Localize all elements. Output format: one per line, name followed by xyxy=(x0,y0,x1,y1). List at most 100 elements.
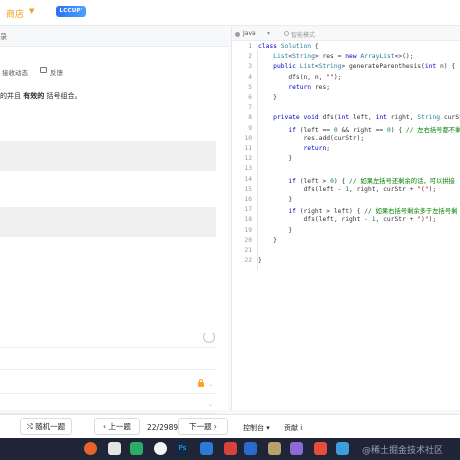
folder-icon[interactable] xyxy=(268,442,281,455)
code-line[interactable]: res.add(curStr); xyxy=(258,135,364,142)
divider xyxy=(0,347,216,348)
console-label: 控制台 xyxy=(243,424,264,432)
language-label: Java xyxy=(243,30,256,37)
firefox-icon[interactable] xyxy=(84,442,97,455)
code-line[interactable]: return res; xyxy=(258,84,330,91)
line-number: 8 xyxy=(248,114,252,122)
chevron-down-icon[interactable]: ⌄ xyxy=(208,381,213,388)
code-line[interactable]: if (right > left) { // 如果右括号剩余多于左括号剩 xyxy=(258,206,457,215)
chevron-down-icon[interactable]: ⌄ xyxy=(208,401,213,408)
chevron-right-icon: › xyxy=(211,422,217,431)
top-bar: 商店 ▼ LCCUP' 23 xyxy=(0,0,460,26)
code-line[interactable]: public List<String> generateParenthesis(… xyxy=(258,63,455,70)
example-block xyxy=(0,207,216,237)
code-line[interactable]: dfs(left, right - 1, curStr + ")"); xyxy=(258,216,436,223)
code-line[interactable]: private void dfs(int left, int right, St… xyxy=(258,114,460,121)
app-icon[interactable] xyxy=(224,442,237,455)
code-line[interactable]: } xyxy=(258,257,262,264)
code-line[interactable]: if (left == 0 && right == 0) { // 左右括号都不… xyxy=(258,125,460,134)
line-number: 5 xyxy=(248,83,252,91)
lccup-badge[interactable]: LCCUP' 23 xyxy=(56,6,86,25)
language-icon xyxy=(235,32,240,37)
loading-icon xyxy=(203,331,215,343)
line-number: 12 xyxy=(244,155,252,163)
problem-description: 的并且 有效的 括号组合。 xyxy=(0,91,81,101)
editor-header: Java ▾ 智能模式 xyxy=(231,27,460,41)
line-number: 2 xyxy=(248,53,252,61)
chevron-down-icon: ▾ xyxy=(267,30,271,37)
code-line[interactable]: dfs(left - 1, right, curStr + "("); xyxy=(258,186,436,193)
console-button[interactable]: 控制台 ▾ xyxy=(243,423,270,433)
line-number: 14 xyxy=(244,175,252,183)
code-line[interactable]: } xyxy=(258,196,292,203)
divider xyxy=(0,393,216,394)
problem-pane: 录 接收动态 反馈 的并且 有效的 括号组合。 ⌄ ⌄ xyxy=(0,27,228,414)
line-number: 18 xyxy=(244,216,252,224)
line-number: 20 xyxy=(244,236,252,244)
line-number: 17 xyxy=(244,206,252,214)
description-text-end: 括号组合。 xyxy=(44,92,82,100)
language-select[interactable]: Java ▾ xyxy=(235,30,277,39)
divider xyxy=(0,369,216,370)
line-number: 15 xyxy=(244,185,252,193)
example-block xyxy=(0,141,216,171)
code-editor[interactable]: Java ▾ 智能模式 1 class Solution { 2 List<Stri… xyxy=(231,27,460,410)
line-number: 6 xyxy=(248,94,252,101)
line-number: 13 xyxy=(244,165,252,173)
watermark: @稀土掘金技术社区 xyxy=(362,446,444,456)
wechat-icon[interactable] xyxy=(130,442,143,455)
description-text: 的并且 xyxy=(0,92,24,100)
random-label: 随机一题 xyxy=(35,422,66,431)
app-icon[interactable] xyxy=(336,442,349,455)
shuffle-icon: ⤭ xyxy=(26,422,36,431)
code-line[interactable]: class Solution { xyxy=(258,43,319,50)
mode-icon xyxy=(284,31,289,36)
file-icon[interactable] xyxy=(108,442,121,455)
app-icon[interactable] xyxy=(244,442,257,455)
code-line[interactable]: List<String> res = new ArrayList<>(); xyxy=(258,53,413,60)
app-icon[interactable] xyxy=(290,442,303,455)
smart-mode-label: 智能模式 xyxy=(291,32,316,39)
feedback-icon xyxy=(40,67,47,73)
random-question-button[interactable]: ⤭ 随机一题 xyxy=(20,418,72,435)
store-link[interactable]: 商店 xyxy=(6,7,24,20)
code-line[interactable]: } xyxy=(258,94,277,101)
code-line[interactable]: if (left > 0) { // 如果左括号还剩余的话，可以拼接 xyxy=(258,176,455,185)
tab-feedback[interactable]: 反馈 xyxy=(50,67,63,77)
chevron-down-icon[interactable]: ▼ xyxy=(29,7,34,15)
problem-header: 录 xyxy=(0,27,228,47)
page-counter: 22/2989 xyxy=(147,423,179,432)
next-label: 下一题 xyxy=(189,422,212,431)
smart-mode-toggle[interactable]: 智能模式 xyxy=(284,30,316,39)
description-emphasis: 有效的 xyxy=(23,92,45,100)
line-number: 10 xyxy=(244,134,252,142)
line-number: 21 xyxy=(244,247,252,254)
tab-dynamics[interactable]: 接收动态 xyxy=(2,67,28,77)
line-number: 22 xyxy=(244,257,252,265)
pane-divider[interactable] xyxy=(231,27,232,410)
contribute-button[interactable]: 贡献 i xyxy=(284,423,302,433)
line-number: 11 xyxy=(244,145,252,152)
bottom-bar: ⤭ 随机一题 ‹ 上一题 22/2989 下一题 › 控制台 ▾ 贡献 i xyxy=(0,414,460,438)
next-question-button[interactable]: 下一题 › xyxy=(178,418,228,435)
vscode-icon[interactable] xyxy=(200,442,213,455)
code-line[interactable]: dfs(n, n, ""); xyxy=(258,74,341,81)
problem-header-text: 录 xyxy=(0,33,7,41)
prev-question-button[interactable]: ‹ 上一题 xyxy=(94,418,140,435)
app-icon[interactable] xyxy=(314,442,327,455)
photoshop-icon[interactable]: Ps xyxy=(176,442,189,455)
code-line[interactable]: return; xyxy=(258,145,331,152)
prev-label: 上一题 xyxy=(108,422,131,431)
line-number: 1 xyxy=(248,43,252,50)
code-line[interactable]: } xyxy=(258,237,277,244)
line-number: 4 xyxy=(248,73,252,81)
code-line[interactable]: } xyxy=(258,227,292,234)
line-number: 7 xyxy=(248,104,252,112)
chrome-icon[interactable] xyxy=(154,442,167,455)
line-number: 3 xyxy=(248,63,252,71)
line-number: 16 xyxy=(244,196,252,203)
line-number: 9 xyxy=(248,124,252,132)
problem-tabs: 接收动态 反馈 xyxy=(0,65,228,79)
lock-icon xyxy=(198,379,204,387)
code-line[interactable]: } xyxy=(258,155,292,162)
